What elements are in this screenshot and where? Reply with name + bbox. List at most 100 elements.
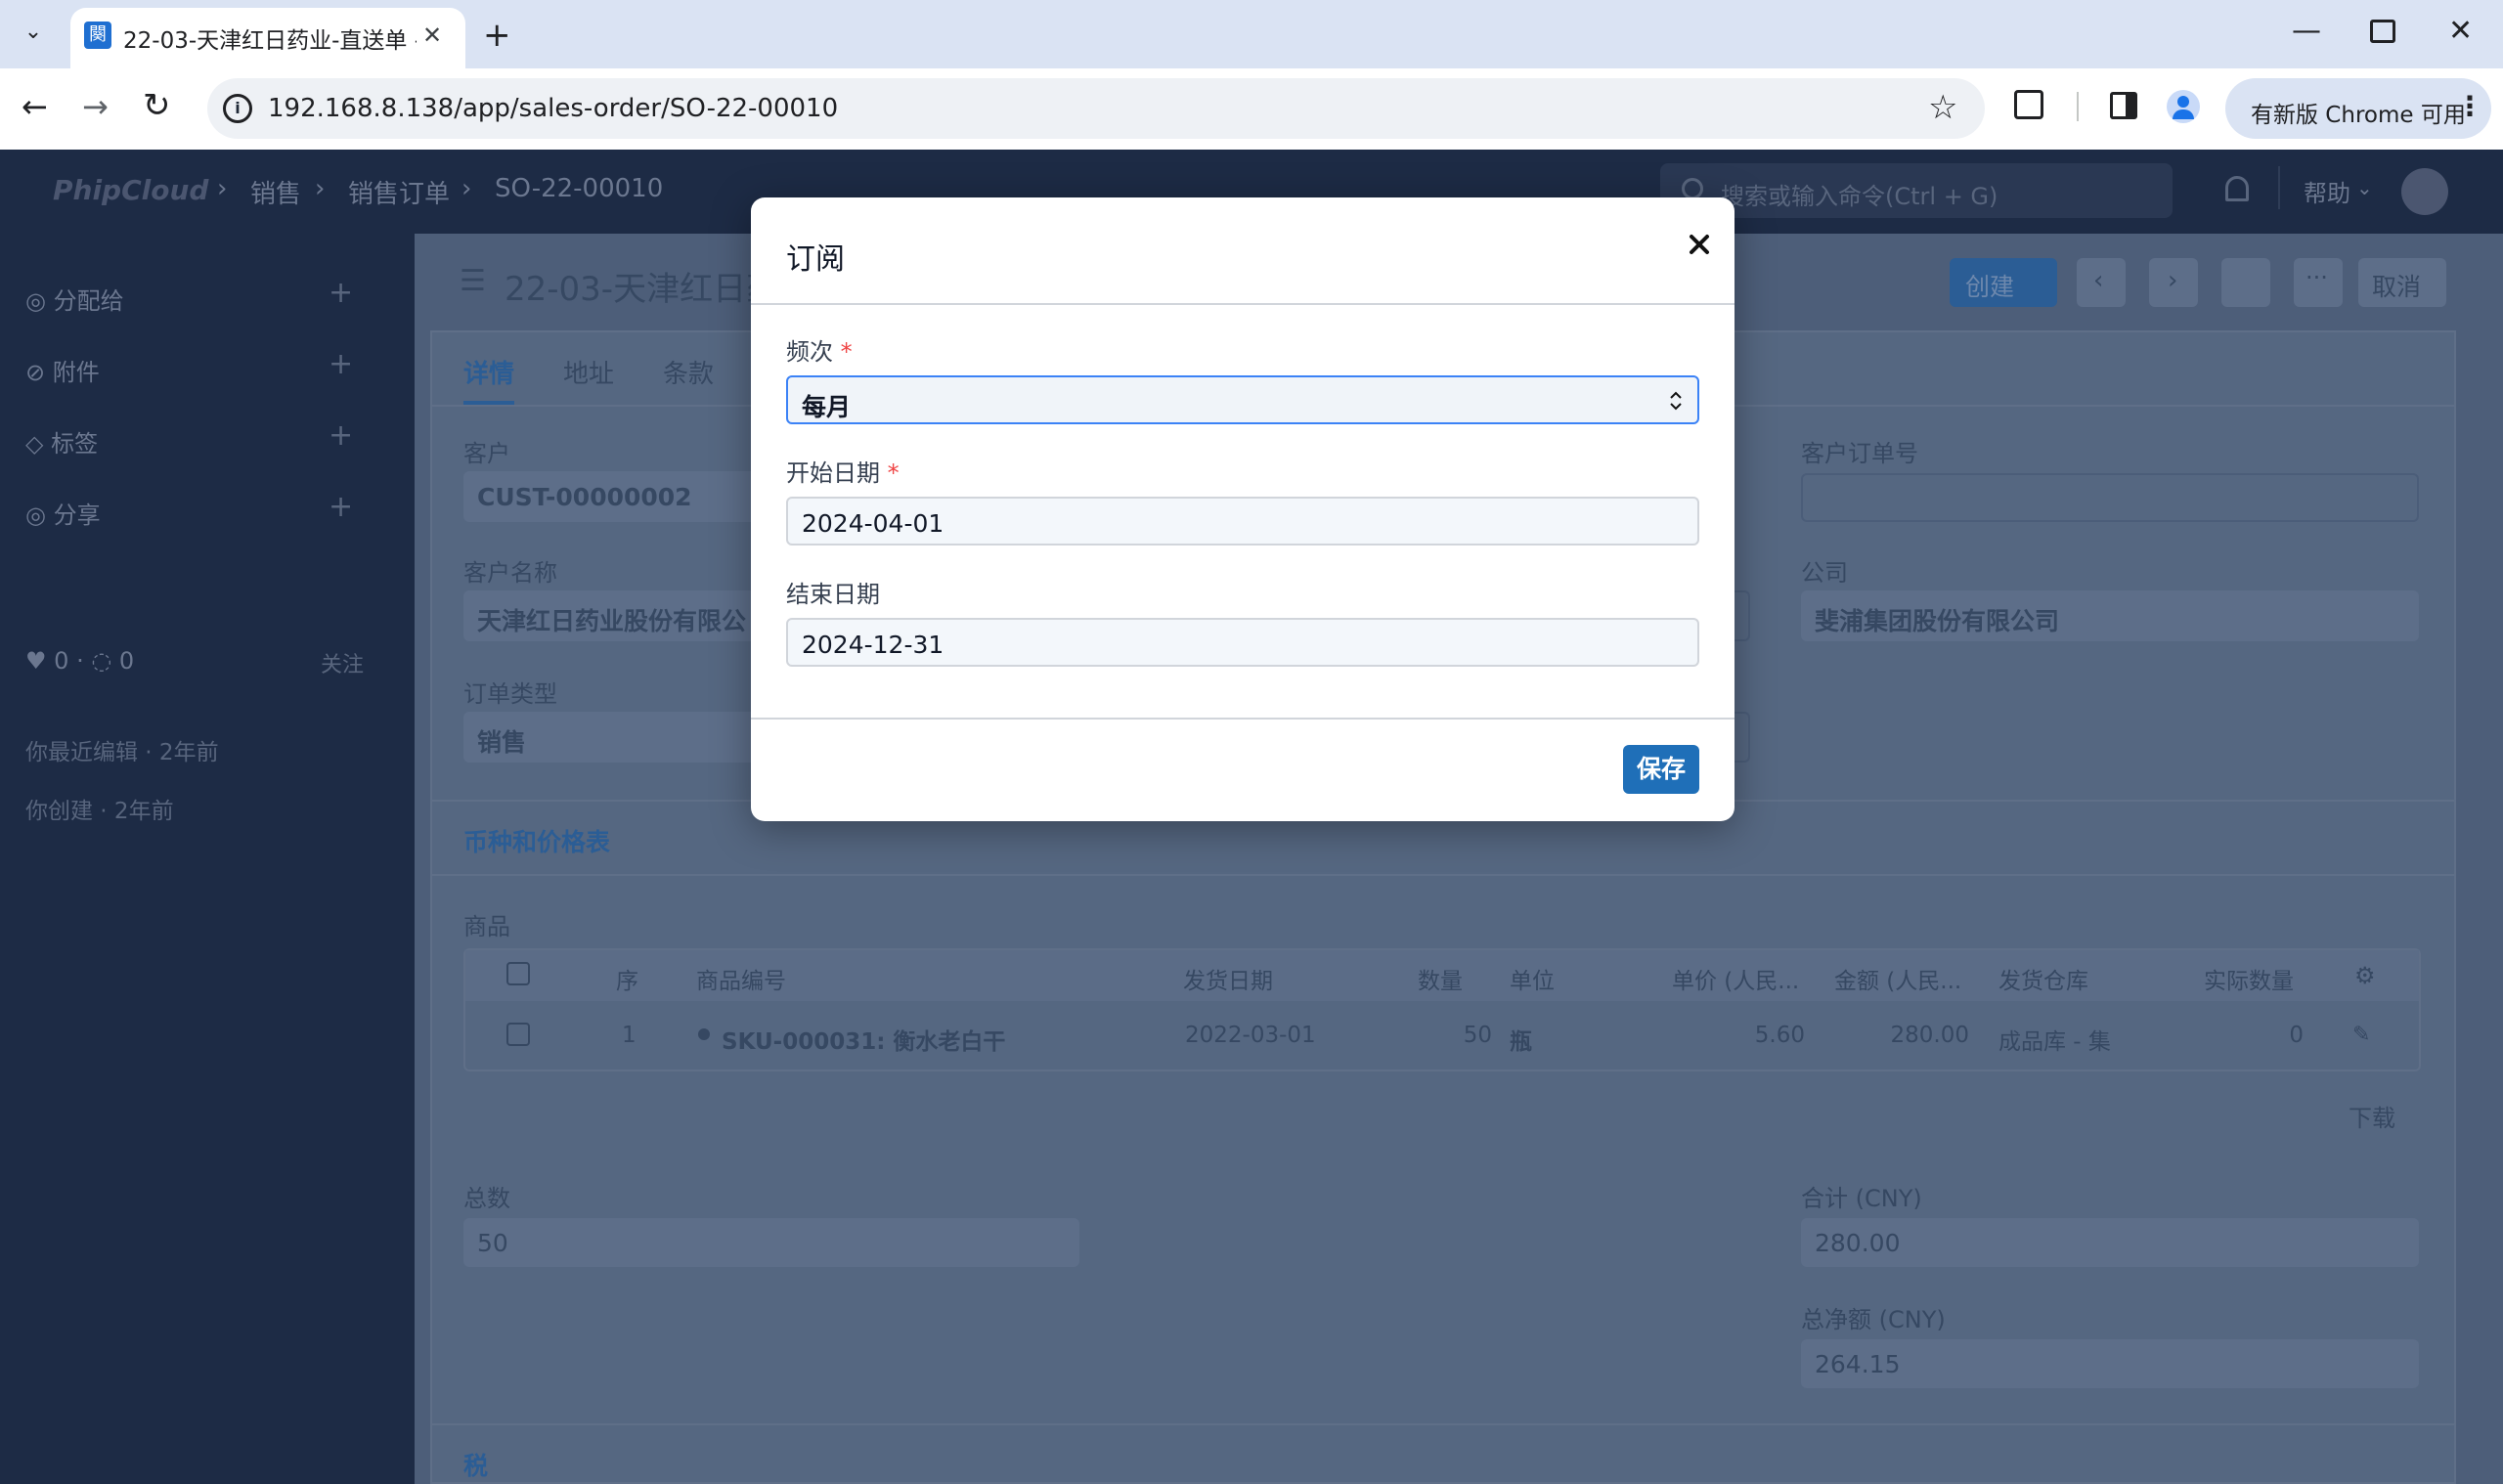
- customer-name-field[interactable]: 天津红日药业股份有限公: [463, 590, 757, 641]
- sidebar-item-label: 标签: [51, 430, 99, 458]
- customer-field[interactable]: CUST-00000002: [463, 471, 757, 522]
- end-date-field[interactable]: 2024-12-31: [786, 618, 1699, 667]
- total-qty-label: 总数: [463, 1185, 510, 1212]
- forward-icon[interactable]: →: [82, 88, 109, 125]
- tab-close-icon[interactable]: ✕: [418, 22, 446, 49]
- end-date-label: 结束日期: [786, 581, 880, 608]
- awesomebar-search[interactable]: 搜索或输入命令(Ctrl + G): [1660, 163, 2173, 218]
- row-warehouse: 成品库 - 集: [1998, 1029, 2111, 1055]
- tab-terms[interactable]: 条款: [663, 354, 714, 390]
- start-date-field[interactable]: 2024-04-01: [786, 497, 1699, 546]
- order-type-label: 订单类型: [463, 680, 557, 708]
- site-info-icon[interactable]: i: [223, 94, 252, 123]
- sidebar-item-label: 附件: [52, 359, 100, 386]
- dialog-footer-divider: [751, 718, 1735, 720]
- sidebar-item-tags[interactable]: ◇ 标签: [25, 424, 98, 458]
- app-logo[interactable]: PhipCloud: [53, 174, 208, 206]
- omnibox[interactable]: i 192.168.8.138/app/sales-order/SO-22-00…: [207, 78, 1985, 139]
- create-button[interactable]: 创建: [1950, 258, 2057, 307]
- order-type-field[interactable]: 销售: [463, 712, 757, 763]
- end-date-value: 2024-12-31: [802, 631, 944, 659]
- user-avatar[interactable]: [2401, 168, 2448, 215]
- print-icon[interactable]: [2221, 258, 2270, 307]
- extensions-icon[interactable]: [2014, 90, 2043, 119]
- url-text: 192.168.8.138/app/sales-order/SO-22-0001…: [268, 94, 839, 123]
- follow-link[interactable]: 关注: [321, 647, 364, 678]
- items-label: 商品: [463, 913, 510, 940]
- like-count[interactable]: ♥ 0 · ◌ 0: [25, 647, 134, 675]
- company-label: 公司: [1801, 559, 1848, 587]
- company-field[interactable]: 斐浦集团股份有限公司: [1801, 590, 2419, 641]
- profile-icon[interactable]: [2167, 90, 2200, 123]
- col-qty: 数量: [1418, 969, 1463, 994]
- frequency-select[interactable]: 每月: [786, 375, 1699, 424]
- tag-add-icon[interactable]: +: [329, 418, 353, 453]
- breadcrumb-sales[interactable]: 销售: [250, 174, 301, 210]
- status-dot-icon: [698, 1028, 710, 1040]
- prev-doc-button[interactable]: ‹: [2077, 258, 2126, 307]
- breadcrumb-sales-order[interactable]: 销售订单: [348, 174, 450, 210]
- section-tax[interactable]: 税: [463, 1447, 488, 1482]
- row-rate: 5.60: [1754, 1023, 1805, 1048]
- cancel-doc-button[interactable]: 取消: [2358, 258, 2446, 307]
- share-add-icon[interactable]: +: [329, 490, 353, 524]
- row-checkbox[interactable]: [506, 1023, 530, 1046]
- more-vert-icon[interactable]: ⋮: [2456, 90, 2483, 122]
- row-item: SKU-000031: 衡水老白干: [722, 1029, 1006, 1055]
- total-label: 合计 (CNY): [1801, 1185, 1922, 1212]
- menu-toggle-icon[interactable]: ☰: [460, 264, 486, 298]
- frequency-label: 频次 *: [786, 332, 853, 367]
- frequency-label-text: 频次: [786, 338, 833, 366]
- window-close-icon[interactable]: ✕: [2448, 14, 2473, 48]
- tab-details[interactable]: 详情: [463, 354, 514, 390]
- row-amount: 280.00: [1890, 1023, 1969, 1048]
- row-edit-icon[interactable]: ✎: [2352, 1023, 2370, 1047]
- sidebar-item-share[interactable]: ◎ 分享: [25, 496, 101, 530]
- customer-po-field[interactable]: [1801, 473, 2419, 522]
- sidebar-item-attachments[interactable]: ⊘ 附件: [25, 353, 100, 387]
- attachment-add-icon[interactable]: +: [329, 347, 353, 381]
- section-currency[interactable]: 币种和价格表: [463, 823, 610, 858]
- col-actual-qty: 实际数量: [2204, 969, 2294, 994]
- select-all-checkbox[interactable]: [506, 962, 530, 985]
- back-icon[interactable]: ←: [22, 88, 48, 125]
- notification-bell-icon[interactable]: [2225, 176, 2249, 201]
- order-type-value: 销售: [477, 728, 527, 757]
- tab-search-chevron-icon[interactable]: ⌄: [18, 20, 49, 51]
- dialog-close-icon[interactable]: [1680, 225, 1719, 264]
- breadcrumb-document[interactable]: SO-22-00010: [495, 174, 663, 203]
- row-index: 1: [622, 1023, 637, 1048]
- new-tab-icon[interactable]: +: [483, 16, 511, 55]
- column-settings-gear-icon[interactable]: ⚙: [2354, 962, 2376, 989]
- save-button[interactable]: 保存: [1623, 745, 1699, 794]
- like-count-value: 0: [54, 647, 69, 675]
- help-menu[interactable]: 帮助: [2304, 174, 2350, 208]
- download-link[interactable]: 下载: [2349, 1099, 2395, 1133]
- breadcrumb-separator-icon: ›: [217, 174, 228, 203]
- col-warehouse: 发货仓库: [1998, 969, 2088, 994]
- next-doc-button[interactable]: ›: [2149, 258, 2198, 307]
- company-value: 斐浦集团股份有限公司: [1815, 607, 2060, 635]
- row-qty: 50: [1463, 1023, 1492, 1048]
- chrome-update-button[interactable]: 有新版 Chrome 可用 ⋮: [2225, 78, 2491, 139]
- row-uom: 瓶: [1510, 1029, 1532, 1055]
- sidebar-item-assign[interactable]: ◎ 分配给: [25, 282, 124, 316]
- tab-address[interactable]: 地址: [563, 354, 614, 390]
- middle-field-edge: [1735, 712, 1750, 763]
- reload-icon[interactable]: ↻: [143, 86, 171, 125]
- minimize-icon[interactable]: —: [2292, 14, 2321, 48]
- start-date-label: 开始日期 *: [786, 454, 900, 488]
- side-panel-icon[interactable]: [2110, 92, 2137, 119]
- browser-tab[interactable]: 闋 22-03-天津红日药业-直送单 - S ✕: [70, 8, 465, 68]
- bookmark-star-icon[interactable]: ☆: [1928, 88, 1957, 127]
- edited-info: 你最近编辑 · 2年前: [25, 740, 219, 765]
- row-date: 2022-03-01: [1185, 1023, 1316, 1048]
- col-index: 序: [616, 969, 638, 994]
- table-row[interactable]: 1 SKU-000031: 衡水老白干 2022-03-01 50 瓶 5.60…: [465, 1001, 2419, 1069]
- assign-add-icon[interactable]: +: [329, 276, 353, 310]
- toolbar-divider: [2077, 92, 2079, 121]
- more-actions-icon[interactable]: ···: [2294, 258, 2343, 307]
- search-placeholder: 搜索或输入命令(Ctrl + G): [1721, 183, 1998, 210]
- restore-icon[interactable]: [2370, 20, 2395, 43]
- customer-po-label: 客户订单号: [1801, 440, 1918, 467]
